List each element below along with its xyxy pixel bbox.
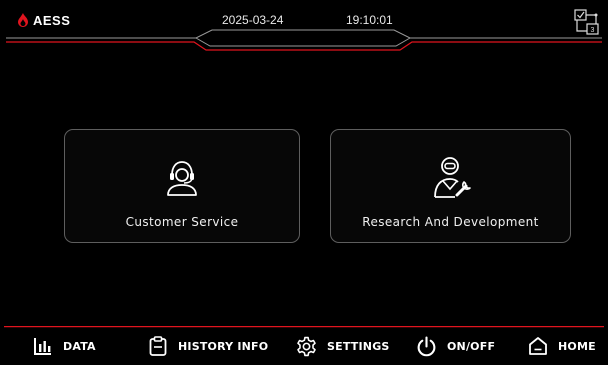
nav-home[interactable]: HOME <box>528 336 596 356</box>
nav-home-label: HOME <box>558 339 596 353</box>
network-badge: 3 <box>591 27 595 34</box>
home-icon <box>529 337 547 355</box>
nav-settings-label: SETTINGS <box>327 340 390 353</box>
headset-agent-icon <box>167 161 197 196</box>
research-development-label: Research And Development <box>362 215 539 229</box>
nav-history-info-label: HISTORY INFO <box>178 339 269 353</box>
nav-on-off-label: ON/OFF <box>447 340 496 353</box>
bar-chart-icon <box>34 338 51 355</box>
engineer-wrench-icon <box>433 157 471 198</box>
top-bar <box>6 29 602 51</box>
research-development-card[interactable]: Research And Development <box>330 129 571 243</box>
current-date: 2025-03-24 <box>222 13 284 27</box>
flame-logo-icon <box>18 13 28 27</box>
brand-name: AESS <box>33 12 71 28</box>
power-icon <box>417 336 436 357</box>
nav-data-label: DATA <box>63 339 96 353</box>
customer-service-label: Customer Service <box>125 215 239 229</box>
network-topology-icon[interactable]: 3 <box>572 7 600 37</box>
clipboard-icon <box>149 336 167 356</box>
brand-logo: AESS <box>15 12 70 28</box>
current-time: 19:10:01 <box>346 13 393 27</box>
nav-on-off[interactable]: ON/OFF <box>416 336 495 357</box>
nav-history-info[interactable]: HISTORY INFO <box>148 336 268 356</box>
nav-data[interactable]: DATA <box>33 336 96 356</box>
nav-settings[interactable]: SETTINGS <box>296 336 390 357</box>
customer-service-card[interactable]: Customer Service <box>64 129 300 243</box>
gear-icon <box>297 336 316 357</box>
